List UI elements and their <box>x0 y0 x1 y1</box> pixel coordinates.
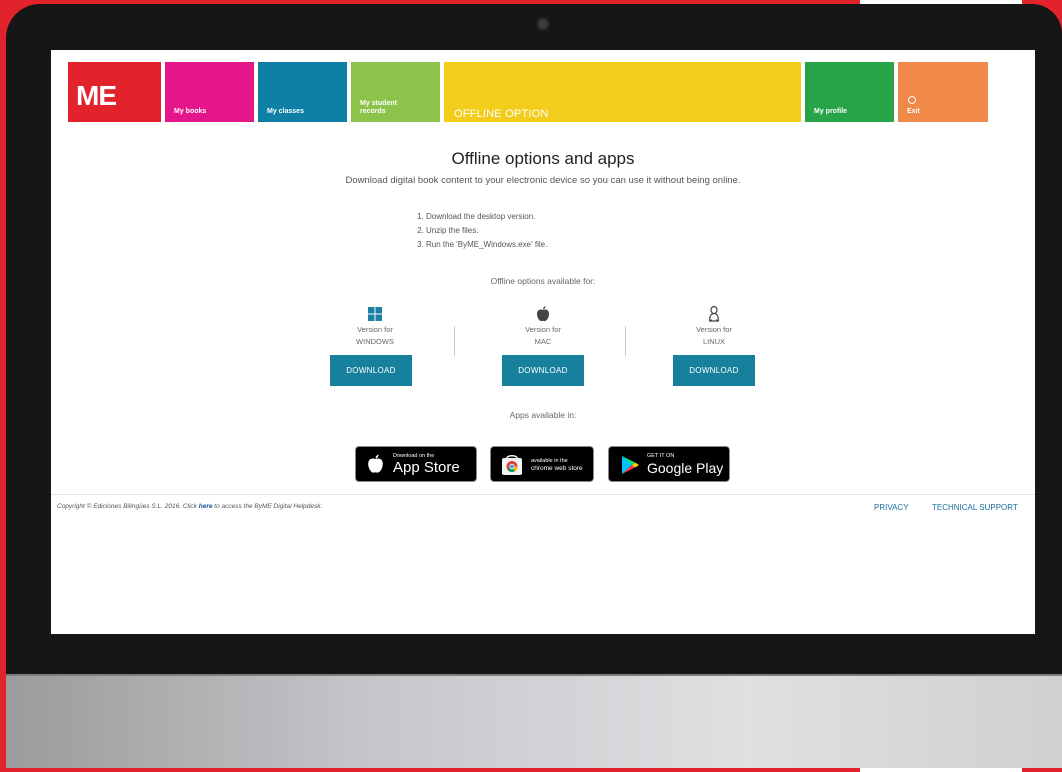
nav-tile-exit[interactable]: Exit <box>898 62 988 122</box>
platform-mac: Version for MAC <box>493 306 593 346</box>
technical-support-link[interactable]: TECHNICAL SUPPORT <box>932 503 1018 512</box>
nav-tile-my-classes[interactable]: My classes <box>258 62 347 122</box>
chrome-web-store-icon <box>502 455 522 475</box>
nav-tile-label: OFFLINE OPTION <box>454 108 549 120</box>
nav-tile-label: Exit <box>907 108 920 115</box>
apple-icon <box>537 306 549 322</box>
apps-available-label: Apps available in: <box>509 410 577 420</box>
separator <box>625 326 626 356</box>
download-linux-button[interactable]: DOWNLOAD <box>673 355 755 386</box>
logo-tile[interactable]: ME <box>68 62 161 122</box>
install-steps: Download the desktop version. Unzip the … <box>409 210 547 252</box>
main-nav: ME My books My classes My student record… <box>68 62 1011 122</box>
power-icon <box>908 96 916 104</box>
available-for-label: Offline options available for: <box>490 276 596 286</box>
nav-tile-my-books[interactable]: My books <box>165 62 254 122</box>
store-badge-small-text: available in the <box>531 458 568 464</box>
copyright-text: Copyright © Ediciones Bilingües S.L. 201… <box>57 503 322 510</box>
platform-label-line1: Version for <box>696 325 732 334</box>
platform-label-line2: WINDOWS <box>356 337 394 346</box>
nav-tile-label: My books <box>174 108 207 115</box>
separator <box>454 326 455 356</box>
store-badge-title: chrome web store <box>531 465 583 472</box>
camera-icon <box>538 19 548 29</box>
copyright-suffix: to access the ByME Digital Helpdesk. <box>214 503 323 510</box>
step-item: Run the 'ByME_Windows.exe' file. <box>426 238 547 252</box>
copyright-prefix: Copyright © Ediciones Bilingües S.L. 201… <box>57 503 197 510</box>
linux-icon <box>708 306 720 322</box>
apple-icon <box>368 454 383 473</box>
step-item: Unzip the files. <box>426 224 547 238</box>
google-play-badge[interactable]: GET IT ON Google Play <box>608 446 730 482</box>
monitor-frame: ME My books My classes My student record… <box>6 4 1062 768</box>
download-mac-button[interactable]: DOWNLOAD <box>502 355 584 386</box>
platform-label-line1: Version for <box>525 325 561 334</box>
nav-tile-label: My classes <box>267 108 304 115</box>
monitor-chin <box>6 674 1062 768</box>
page-subtitle: Download digital book content to your el… <box>345 175 741 186</box>
store-badge-small-text: GET IT ON <box>647 453 675 459</box>
helpdesk-link[interactable]: here <box>199 503 213 510</box>
nav-tile-offline-option[interactable]: OFFLINE OPTION <box>444 62 801 122</box>
chrome-web-store-badge[interactable]: available in the chrome web store <box>490 446 594 482</box>
privacy-link[interactable]: PRIVACY <box>874 503 909 512</box>
footer-divider <box>51 494 1035 495</box>
page-title: Offline options and apps <box>451 149 635 168</box>
app-store-badge[interactable]: Download on the App Store <box>355 446 477 482</box>
platform-windows: Version for WINDOWS <box>325 306 425 346</box>
nav-tile-label: My profile <box>814 108 848 115</box>
brand-logo: ME <box>76 80 117 111</box>
nav-tile-student-records[interactable]: My student records <box>351 62 440 122</box>
download-windows-button[interactable]: DOWNLOAD <box>330 355 412 386</box>
platform-label-line2: MAC <box>534 337 552 346</box>
step-item: Download the desktop version. <box>426 210 547 224</box>
platform-label-line2: LINUX <box>702 337 726 346</box>
nav-tile-my-profile[interactable]: My profile <box>805 62 894 122</box>
store-badge-title: Google Play <box>647 460 724 476</box>
browser-screen: ME My books My classes My student record… <box>51 50 1035 634</box>
store-badge-title: App Store <box>393 459 460 476</box>
google-play-icon <box>622 456 639 474</box>
windows-icon <box>368 307 382 321</box>
platform-linux: Version for LINUX <box>664 306 764 346</box>
platform-label-line1: Version for <box>357 325 393 334</box>
nav-tile-label: My student records <box>360 100 397 115</box>
